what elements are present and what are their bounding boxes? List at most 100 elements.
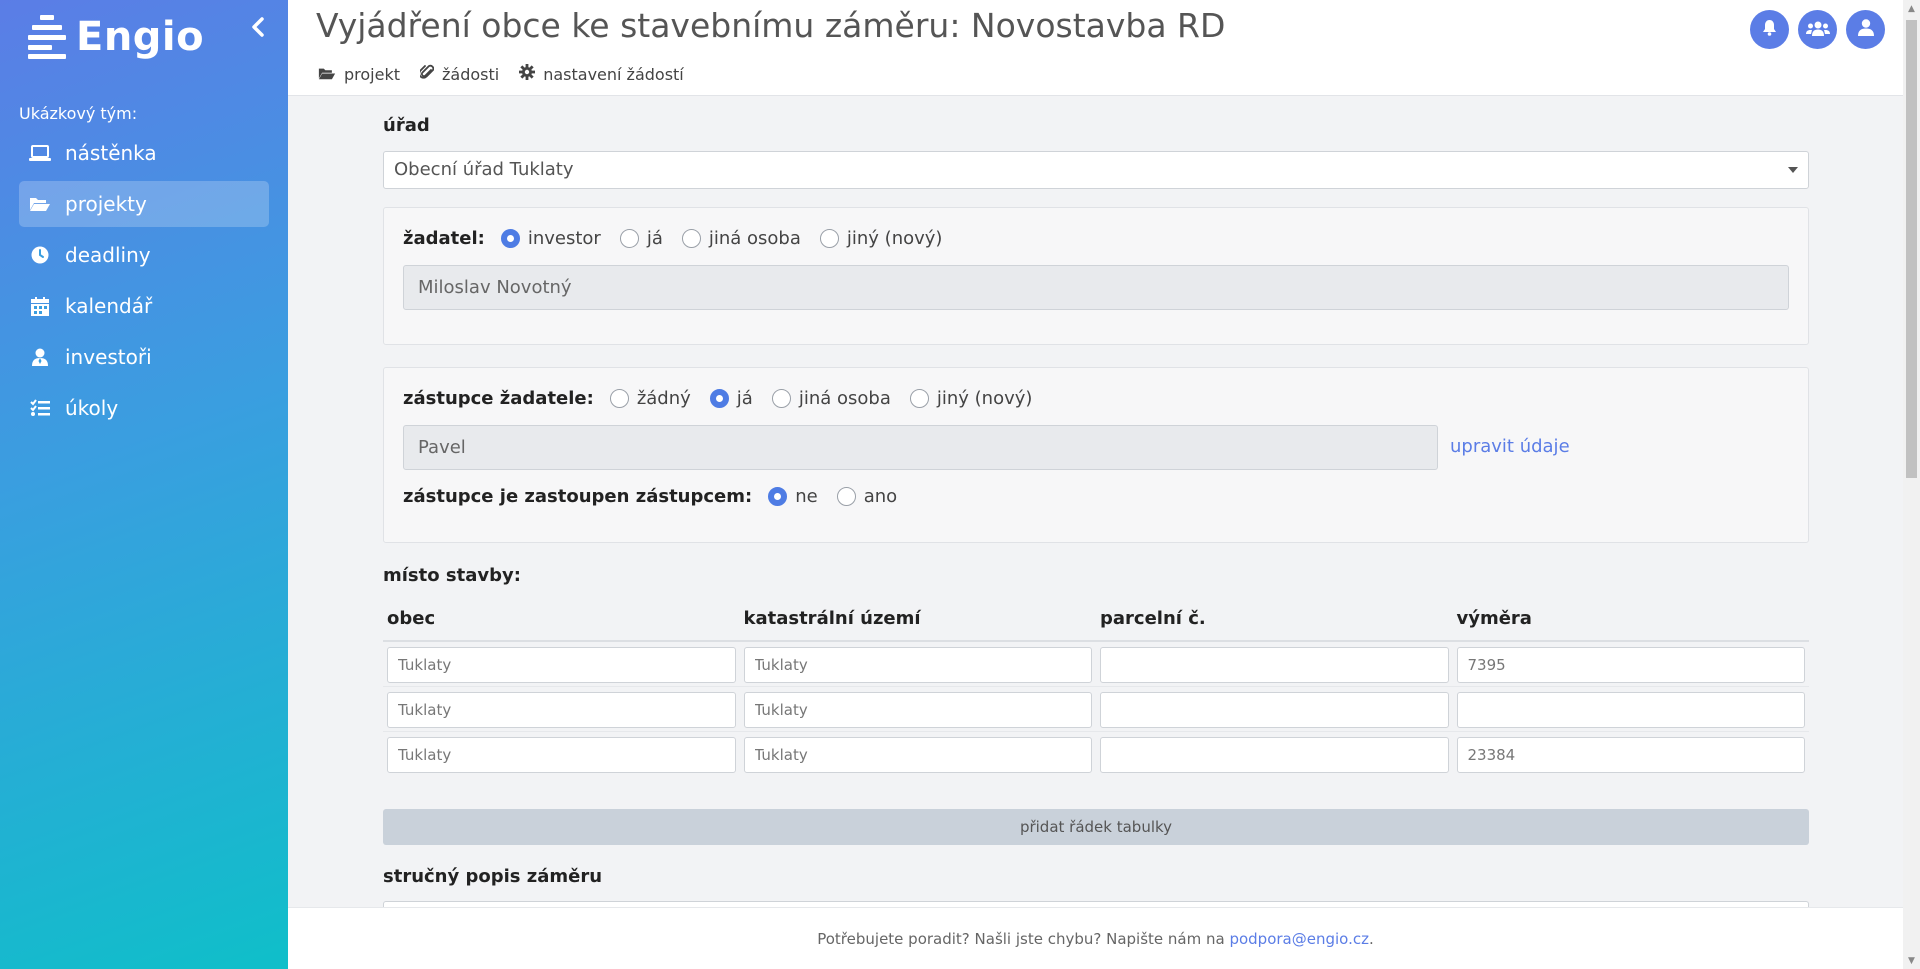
edit-details-link[interactable]: upravit údaje bbox=[1450, 436, 1570, 457]
sidebar-item-label: kalendář bbox=[65, 294, 153, 318]
support-email-link[interactable]: podpora@engio.cz bbox=[1229, 930, 1369, 948]
radio[interactable] bbox=[681, 229, 701, 248]
substitute-option-ano[interactable]: ano bbox=[836, 486, 898, 507]
representative-option-ja[interactable]: já bbox=[709, 388, 753, 409]
sidebar-item-nastenka[interactable]: nástěnka bbox=[19, 130, 269, 176]
subnav-nastaveni-zadosti[interactable]: nastavení žádostí bbox=[519, 64, 684, 84]
office-select-value: Obecní úřad Tuklaty bbox=[394, 159, 574, 180]
users-icon bbox=[1805, 20, 1830, 40]
representative-option-zadny[interactable]: žádný bbox=[609, 388, 691, 409]
radio-checked[interactable] bbox=[500, 229, 520, 248]
parcelni-cislo-input[interactable] bbox=[1100, 692, 1449, 728]
table-row bbox=[383, 641, 1809, 687]
header: Vyjádření obce ke stavebnímu záměru: Nov… bbox=[288, 0, 1903, 96]
add-table-row-button[interactable]: přidat řádek tabulky bbox=[383, 809, 1809, 845]
table-row bbox=[383, 731, 1809, 776]
sidebar-item-label: nástěnka bbox=[65, 141, 157, 165]
applicant-option-investor[interactable]: investor bbox=[500, 228, 601, 249]
substitute-radio-group: zástupce je zastoupen zástupcem: ne ano bbox=[403, 486, 916, 507]
scroll-down-arrow-icon[interactable]: ▼ bbox=[1903, 952, 1920, 969]
radio[interactable] bbox=[609, 389, 629, 408]
applicant-radio-group: žadatel: investor já jiná osoba jiný (no… bbox=[403, 228, 961, 249]
option-label: ano bbox=[863, 486, 898, 507]
katastralni-uzemi-input[interactable] bbox=[743, 647, 1092, 683]
option-label: jiný (nový) bbox=[936, 388, 1033, 409]
radio[interactable] bbox=[619, 229, 639, 248]
katastralni-uzemi-input[interactable] bbox=[743, 737, 1092, 773]
user-icon bbox=[1857, 19, 1874, 40]
subnav-label: nastavení žádostí bbox=[543, 64, 684, 84]
option-label: investor bbox=[527, 228, 601, 249]
sub-navigation: projekt žádosti nastavení žádostí bbox=[318, 64, 684, 84]
radio-checked[interactable] bbox=[709, 389, 729, 408]
vymera-input[interactable] bbox=[1456, 647, 1805, 683]
vymera-input[interactable] bbox=[1456, 737, 1805, 773]
option-label: ne bbox=[795, 486, 818, 507]
radio[interactable] bbox=[836, 487, 856, 506]
representative-option-jina-osoba[interactable]: jiná osoba bbox=[771, 388, 891, 409]
parcelni-cislo-input[interactable] bbox=[1100, 737, 1449, 773]
footer-end: . bbox=[1368, 930, 1374, 948]
bell-icon bbox=[1762, 19, 1777, 40]
sidebar-item-kalendar[interactable]: kalendář bbox=[19, 283, 269, 329]
office-select[interactable]: Obecní úřad Tuklaty bbox=[383, 151, 1809, 189]
option-label: jiný (nový) bbox=[846, 228, 943, 249]
subnav-projekt[interactable]: projekt bbox=[318, 64, 400, 84]
footer-text: Potřebujete poradit? Našli jste chybu? N… bbox=[817, 930, 1230, 948]
radio[interactable] bbox=[819, 229, 839, 248]
sidebar-item-ukoly[interactable]: úkoly bbox=[19, 385, 269, 431]
sidebar-nav: nástěnka projekty deadliny kalendář inve… bbox=[19, 130, 269, 436]
team-button[interactable] bbox=[1798, 10, 1837, 49]
clock-icon bbox=[29, 246, 51, 264]
scroll-up-arrow-icon[interactable]: ▲ bbox=[1903, 0, 1920, 17]
logo[interactable]: Engio bbox=[28, 14, 204, 60]
scrollbar-thumb[interactable] bbox=[1906, 20, 1917, 478]
applicant-name-field[interactable]: Miloslav Novotný bbox=[403, 265, 1789, 310]
option-label: já bbox=[736, 388, 753, 409]
logo-text: Engio bbox=[76, 14, 205, 60]
notifications-button[interactable] bbox=[1750, 10, 1789, 49]
sidebar-item-investori[interactable]: investoři bbox=[19, 334, 269, 380]
sidebar-item-deadliny[interactable]: deadliny bbox=[19, 232, 269, 278]
obec-input[interactable] bbox=[387, 692, 736, 728]
radio[interactable] bbox=[771, 389, 791, 408]
chevron-down-icon bbox=[1788, 167, 1798, 173]
header-actions bbox=[1750, 10, 1885, 49]
collapse-sidebar-icon[interactable] bbox=[250, 14, 266, 44]
table-row bbox=[383, 686, 1809, 732]
column-header-parcelni-cislo: parcelní č. bbox=[1096, 605, 1453, 642]
option-label: jiná osoba bbox=[798, 388, 891, 409]
page-scrollbar[interactable]: ▲ ▼ bbox=[1903, 0, 1920, 969]
place-table: obec katastrální území parcelní č. výměr… bbox=[383, 605, 1809, 776]
applicant-option-jiny-novy[interactable]: jiný (nový) bbox=[819, 228, 943, 249]
column-header-vymera: výměra bbox=[1452, 605, 1809, 642]
representative-panel: zástupce žadatele: žádný já jiná osoba j… bbox=[383, 367, 1809, 543]
laptop-icon bbox=[29, 144, 51, 162]
subnav-zadosti[interactable]: žádosti bbox=[418, 64, 499, 84]
user-tie-icon bbox=[29, 348, 51, 366]
substitute-label: zástupce je zastoupen zástupcem: bbox=[403, 486, 753, 507]
radio-checked[interactable] bbox=[768, 487, 788, 506]
radio[interactable] bbox=[909, 389, 929, 408]
obec-input[interactable] bbox=[387, 647, 736, 683]
representative-option-jiny-novy[interactable]: jiný (nový) bbox=[909, 388, 1033, 409]
task-list-icon bbox=[29, 399, 51, 417]
parcelni-cislo-input[interactable] bbox=[1100, 647, 1449, 683]
sidebar-item-projekty[interactable]: projekty bbox=[19, 181, 269, 227]
applicant-panel: žadatel: investor já jiná osoba jiný (no… bbox=[383, 207, 1809, 345]
obec-input[interactable] bbox=[387, 737, 736, 773]
vymera-input[interactable] bbox=[1456, 692, 1805, 728]
paperclip-icon bbox=[418, 64, 435, 84]
applicant-option-jina-osoba[interactable]: jiná osoba bbox=[681, 228, 801, 249]
team-label: Ukázkový tým: bbox=[19, 104, 138, 123]
representative-name-field[interactable]: Pavel bbox=[403, 425, 1438, 470]
substitute-option-ne[interactable]: ne bbox=[768, 486, 818, 507]
page-title: Vyjádření obce ke stavebnímu záměru: Nov… bbox=[316, 6, 1226, 45]
applicant-option-ja[interactable]: já bbox=[619, 228, 663, 249]
option-label: já bbox=[646, 228, 663, 249]
table-header-row: obec katastrální území parcelní č. výměr… bbox=[383, 605, 1809, 642]
profile-button[interactable] bbox=[1846, 10, 1885, 49]
katastralni-uzemi-input[interactable] bbox=[743, 692, 1092, 728]
description-label: stručný popis záměru bbox=[383, 866, 603, 887]
folder-open-icon bbox=[29, 196, 51, 212]
